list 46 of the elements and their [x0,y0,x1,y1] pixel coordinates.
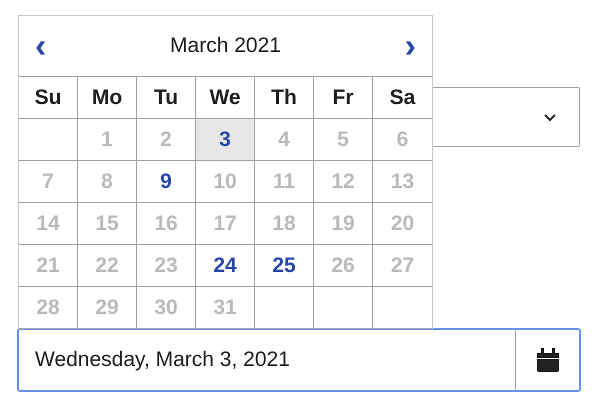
calendar-day[interactable]: 24 [196,245,255,287]
calendar-day: 30 [137,287,196,329]
calendar-day: 23 [137,245,196,287]
weekday-header: Th [255,77,314,119]
calendar-day: 16 [137,203,196,245]
weekday-header: Tu [137,77,196,119]
calendar-day: 21 [19,245,78,287]
calendar-day: 6 [373,119,432,161]
calendar-day: 28 [19,287,78,329]
calendar-day: 10 [196,161,255,203]
weekday-header: Sa [373,77,432,119]
calendar-day[interactable]: 9 [137,161,196,203]
calendar-day[interactable]: 25 [255,245,314,287]
calendar-day: 13 [373,161,432,203]
previous-month-button[interactable]: ‹ [27,29,54,63]
chevron-down-icon [543,112,557,122]
calendar-day: 18 [255,203,314,245]
calendar-day: 17 [196,203,255,245]
calendar-day: 11 [255,161,314,203]
calendar-day: 26 [314,245,373,287]
calendar-day: 20 [373,203,432,245]
weekday-header: Su [19,77,78,119]
calendar-day: 8 [78,161,137,203]
calendar-day: 27 [373,245,432,287]
calendar-button[interactable] [515,330,579,390]
calendar-day: 1 [78,119,137,161]
calendar-day[interactable]: 3 [196,119,255,161]
weekday-header: Mo [78,77,137,119]
month-title: March 2021 [170,34,281,58]
empty-day-cell [19,119,78,161]
calendar-day: 22 [78,245,137,287]
calendar-day: 15 [78,203,137,245]
calendar-day: 31 [196,287,255,329]
calendar-icon [536,348,558,372]
calendar-day: 4 [255,119,314,161]
calendar-day: 5 [314,119,373,161]
next-month-button[interactable]: › [396,29,424,63]
calendar-day: 14 [19,203,78,245]
empty-day-cell [314,287,373,329]
calendar-day: 12 [314,161,373,203]
calendar-day: 29 [78,287,137,329]
calendar-day: 7 [19,161,78,203]
empty-day-cell [255,287,314,329]
weekday-header: Fr [314,77,373,119]
date-field[interactable]: Wednesday, March 3, 2021 [17,328,581,392]
calendar-day: 19 [314,203,373,245]
